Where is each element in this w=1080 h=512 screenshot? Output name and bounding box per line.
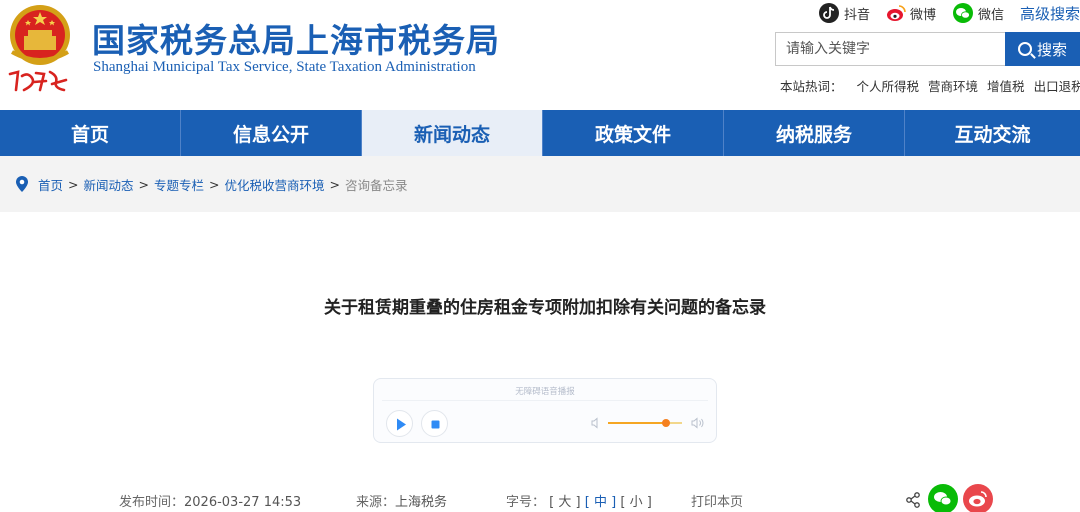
nav-item-home[interactable]: 首页	[0, 110, 181, 156]
volume-slider-handle[interactable]	[661, 419, 670, 427]
search-icon	[1017, 42, 1032, 56]
search-button-label: 搜索	[1036, 40, 1067, 59]
douyin-icon	[819, 3, 839, 23]
share-icon[interactable]	[905, 492, 921, 508]
play-button[interactable]	[386, 410, 413, 437]
publish-time-value: 2026-03-27 14:53	[184, 495, 302, 510]
advanced-search-link[interactable]: 高级搜索	[1020, 3, 1080, 24]
nav-item-interaction[interactable]: 互动交流	[905, 110, 1080, 156]
site-subtitle: Shanghai Municipal Tax Service, State Ta…	[93, 59, 476, 75]
hot-terms-label: 本站热词：	[780, 79, 843, 94]
wechat-share-icon	[934, 492, 952, 506]
breadcrumb-separator: >	[329, 176, 340, 192]
font-size-large[interactable]: [ 大 ]	[549, 495, 580, 510]
hot-term-link[interactable]: 增值税	[987, 76, 1025, 95]
nav-item-news[interactable]: 新闻动态	[362, 110, 543, 156]
wechat-icon	[953, 3, 973, 23]
main-nav: 首页 信息公开 新闻动态 政策文件 纳税服务 互动交流	[0, 110, 1080, 156]
search-button[interactable]: 搜索	[1005, 32, 1080, 66]
search-input[interactable]	[775, 32, 1006, 66]
volume-low-icon[interactable]	[590, 417, 602, 429]
player-divider	[382, 400, 708, 401]
weibo-icon	[885, 3, 906, 23]
font-size-medium-label: 中	[593, 495, 607, 510]
breadcrumb-current: 咨询备忘录	[345, 177, 408, 193]
douyin-link[interactable]: 抖音	[819, 2, 870, 24]
font-size-medium[interactable]: [ 中 ]	[585, 495, 616, 510]
douyin-label: 抖音	[844, 7, 871, 23]
font-size-switcher: 字号： [ 大 ] [ 中 ] [ 小 ]	[506, 491, 652, 510]
breadcrumb-separator: >	[209, 176, 220, 192]
publish-time: 发布时间：2026-03-27 14:53	[119, 491, 301, 510]
breadcrumb-home[interactable]: 首页	[38, 175, 63, 194]
audio-player: 无障碍语音播报	[373, 378, 717, 443]
hot-terms: 本站热词： 个人所得税 营商环境 增值税 出口退税	[780, 76, 1080, 95]
stop-icon	[431, 420, 440, 429]
site-title: 国家税务总局上海市税务局	[92, 21, 500, 60]
volume-high-icon[interactable]	[690, 416, 706, 430]
source-label: 来源：	[356, 495, 396, 510]
breadcrumb-separator: >	[68, 176, 79, 192]
breadcrumb: 首页 > 新闻动态 > 专题专栏 > 优化税收营商环境 > 咨询备忘录	[0, 156, 1080, 212]
source-value: 上海税务	[395, 495, 448, 510]
breadcrumb-business-environment[interactable]: 优化税收营商环境	[225, 175, 325, 194]
publish-time-label: 发布时间：	[119, 495, 185, 510]
article-source: 来源：上海税务	[356, 491, 447, 510]
audio-player-label: 无障碍语音播报	[515, 387, 575, 397]
article-title: 关于租赁期重叠的住房租金专项附加扣除有关问题的备忘录	[324, 298, 766, 318]
nav-item-tax-services[interactable]: 纳税服务	[724, 110, 905, 156]
location-pin-icon	[16, 176, 28, 192]
font-size-small[interactable]: [ 小 ]	[620, 495, 651, 510]
site-header: 国家税务总局上海市税务局 Shanghai Municipal Tax Serv…	[0, 0, 1080, 110]
stop-button[interactable]	[421, 410, 448, 437]
weibo-share-icon	[969, 491, 987, 507]
breadcrumb-news[interactable]: 新闻动态	[84, 175, 134, 194]
font-size-label: 字号：	[506, 495, 546, 510]
weibo-label: 微博	[910, 7, 937, 23]
nav-item-policy-documents[interactable]: 政策文件	[543, 110, 724, 156]
volume-fill	[608, 422, 666, 424]
weibo-share-button[interactable]	[963, 484, 993, 512]
hot-term-link[interactable]: 个人所得税	[857, 76, 920, 95]
play-icon	[397, 418, 406, 431]
hot-term-link[interactable]: 出口退税	[1034, 76, 1080, 95]
hot-term-link[interactable]: 营商环境	[928, 76, 978, 95]
breadcrumb-separator: >	[138, 176, 149, 192]
weibo-link[interactable]: 微博	[885, 2, 936, 24]
china-tax-calligraphy-logo	[8, 70, 68, 92]
font-size-large-label: 大	[558, 495, 572, 510]
national-emblem-logo	[10, 5, 70, 65]
font-size-small-label: 小	[629, 495, 643, 510]
nav-item-info-disclosure[interactable]: 信息公开	[181, 110, 362, 156]
breadcrumb-special-topics[interactable]: 专题专栏	[154, 175, 204, 194]
print-page-link[interactable]: 打印本页	[691, 491, 743, 510]
wechat-label: 微信	[978, 7, 1005, 23]
wechat-share-button[interactable]	[928, 484, 958, 512]
wechat-link[interactable]: 微信	[953, 2, 1004, 24]
